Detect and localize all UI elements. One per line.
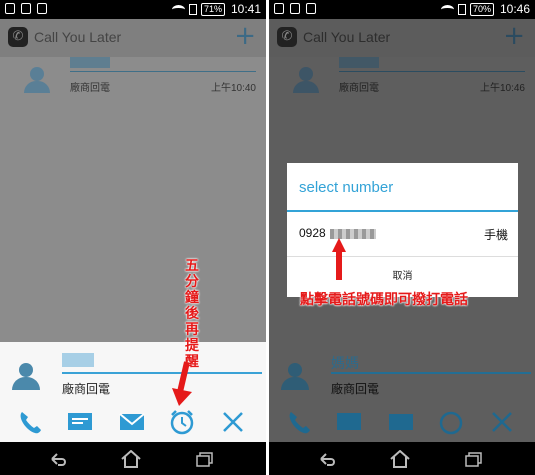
wifi-icon	[440, 4, 454, 14]
message-icon[interactable]	[65, 408, 95, 436]
navigation-bar	[0, 442, 266, 475]
phone-icon[interactable]	[285, 408, 315, 436]
close-icon[interactable]	[218, 408, 248, 436]
divider	[70, 71, 256, 72]
contact-name: 媽媽	[70, 57, 110, 68]
sim-icon	[457, 3, 466, 15]
phone-status-icon	[37, 3, 47, 14]
app-logo-icon: ✆	[277, 27, 297, 47]
sim-icon	[188, 3, 197, 15]
dialog-title: select number	[299, 179, 394, 196]
divider	[339, 71, 525, 72]
reminder-note: 廠商回電	[331, 382, 380, 396]
reminder-note: 廠商回電	[70, 83, 110, 94]
alarm-icon[interactable]	[436, 408, 466, 436]
reminder-time: 上午10:40	[210, 83, 256, 94]
annotation-tap-to-call: 點擊電話號碼即可撥打電話	[300, 292, 468, 308]
action-bar: ✆ Call You Later +	[0, 19, 266, 57]
divider	[331, 372, 531, 374]
alarm-icon[interactable]	[167, 408, 197, 436]
contact-name: 媽媽	[62, 353, 94, 367]
dialog-separator	[287, 256, 518, 257]
avatar	[293, 67, 319, 93]
app-logo-icon: ✆	[8, 27, 28, 47]
right-screenshot: 70% 10:46 ✆ Call You Later + 媽媽 廠商回電 上午1…	[269, 0, 535, 475]
back-icon[interactable]	[317, 450, 339, 468]
action-row	[269, 402, 535, 442]
annotation-arrow	[332, 238, 346, 280]
email-icon[interactable]	[117, 408, 147, 436]
contact-name: 媽媽	[339, 57, 379, 68]
add-icon[interactable]: +	[234, 23, 256, 49]
status-time: 10:46	[499, 2, 530, 16]
dialog-divider	[287, 210, 518, 212]
home-icon[interactable]	[120, 450, 142, 468]
app-title: Call You Later	[34, 29, 122, 45]
action-row	[0, 402, 266, 442]
avatar	[12, 363, 40, 391]
reminder-popup: 媽媽 廠商回電	[0, 342, 266, 442]
message-icon[interactable]	[334, 408, 364, 436]
battery-indicator: 71%	[200, 2, 225, 16]
left-screenshot: 71% 10:41 ✆ Call You Later + 媽媽 廠商回電 上午1…	[0, 0, 266, 475]
close-icon[interactable]	[487, 408, 517, 436]
email-icon[interactable]	[386, 408, 416, 436]
phone-status-icon	[306, 3, 316, 14]
status-bar: 70% 10:46	[269, 0, 535, 19]
alarm-status-icon	[274, 3, 284, 14]
reminder-popup: 媽媽 廠商回電	[269, 342, 535, 442]
list-item[interactable]: 媽媽 廠商回電 上午10:40	[0, 57, 266, 107]
avatar	[24, 67, 50, 93]
select-number-dialog: select number 0928 手機 取消	[287, 163, 518, 297]
app-title: Call You Later	[303, 29, 391, 45]
avatar	[281, 363, 309, 391]
phone-number: 0928	[299, 226, 326, 240]
divider	[62, 372, 262, 374]
status-bar: 71% 10:41	[0, 0, 266, 19]
battery-indicator: 70%	[469, 2, 494, 16]
home-icon[interactable]	[389, 450, 411, 468]
recent-apps-icon[interactable]	[463, 450, 485, 468]
annotation-arrow	[172, 361, 192, 406]
image-status-icon	[21, 3, 31, 14]
phone-icon[interactable]	[16, 408, 46, 436]
back-icon[interactable]	[48, 450, 70, 468]
recent-apps-icon[interactable]	[194, 450, 216, 468]
contact-name: 媽媽	[331, 356, 359, 372]
reminder-note: 廠商回電	[339, 83, 379, 94]
number-type: 手機	[483, 228, 508, 242]
alarm-status-icon	[5, 3, 15, 14]
image-status-icon	[290, 3, 300, 14]
reminder-time: 上午10:46	[479, 83, 525, 94]
cancel-button[interactable]: 取消	[287, 267, 518, 282]
annotation-remind-later: 五分鐘後再提醒	[185, 258, 199, 370]
list-item[interactable]: 媽媽 廠商回電 上午10:46	[269, 57, 535, 107]
status-time: 10:41	[230, 2, 261, 16]
wifi-icon	[171, 4, 185, 14]
reminder-note: 廠商回電	[62, 382, 111, 396]
navigation-bar	[269, 442, 535, 475]
add-icon[interactable]: +	[503, 23, 525, 49]
action-bar: ✆ Call You Later +	[269, 19, 535, 57]
